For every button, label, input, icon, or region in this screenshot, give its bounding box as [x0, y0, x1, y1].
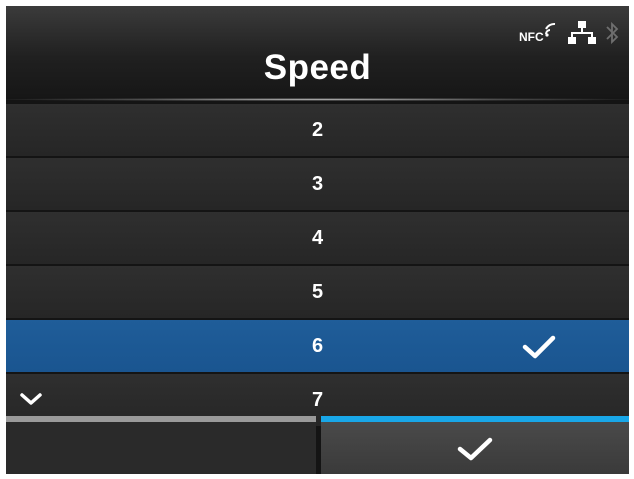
list-item-selected[interactable]: 6 [6, 320, 629, 372]
svg-text:NFC: NFC [519, 30, 544, 44]
bluetooth-icon [606, 21, 619, 45]
list-item[interactable]: 4 [6, 212, 629, 264]
nfc-icon: NFC [519, 22, 556, 44]
check-icon [457, 437, 493, 461]
list-item[interactable]: 5 [6, 266, 629, 318]
list-item[interactable]: 2 [6, 104, 629, 156]
network-icon [568, 21, 596, 44]
list-item-label: 4 [311, 227, 324, 249]
page-title: Speed [263, 48, 372, 87]
footer [6, 416, 629, 474]
header: NFC Speed [6, 6, 629, 100]
header-divider [6, 98, 629, 101]
list-item-label: 5 [311, 281, 324, 303]
confirm-button[interactable] [321, 416, 629, 474]
list-item[interactable]: 3 [6, 158, 629, 210]
status-icons: NFC [519, 18, 619, 48]
list-item-label: 3 [311, 173, 324, 195]
printer-display: NFC Speed 2 3 4 5 6 7 [6, 6, 629, 474]
check-icon [522, 335, 556, 359]
back-button[interactable] [6, 416, 316, 474]
list-item-label: 2 [311, 119, 324, 141]
speed-list: 2 3 4 5 6 7 [6, 104, 629, 428]
